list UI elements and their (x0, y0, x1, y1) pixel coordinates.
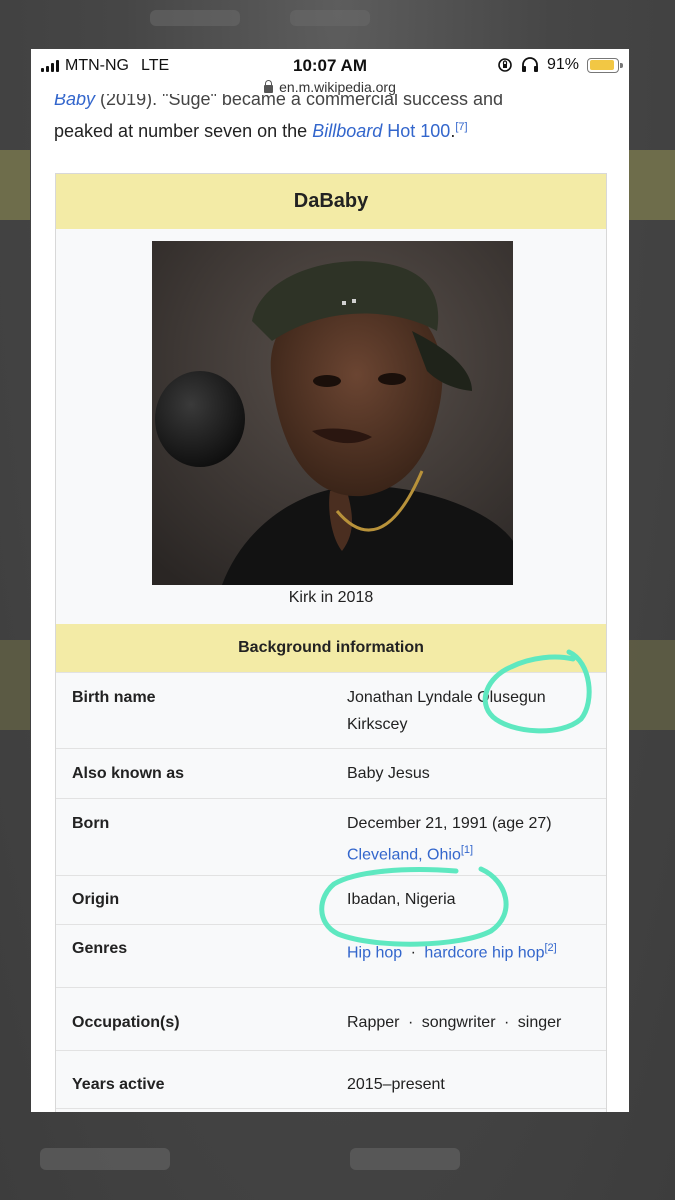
url-bar[interactable]: en.m.wikipedia.org (31, 79, 629, 95)
album-link[interactable]: Baby (54, 94, 95, 109)
separator: · (407, 1014, 414, 1031)
article-text: Baby (2019). "Suge" became a commercial … (54, 94, 614, 146)
row-next (56, 1108, 606, 1112)
photo-illustration (152, 241, 513, 585)
row-value: Rapper · songwriter · singer (347, 1009, 597, 1036)
battery-icon (587, 57, 623, 73)
artist-photo[interactable] (152, 241, 513, 585)
hot100-link-text[interactable]: Hot 100 (387, 121, 450, 141)
row-label: Genres (72, 940, 128, 957)
occupation-item: Rapper (347, 1014, 400, 1031)
url-text[interactable]: en.m.wikipedia.org (279, 79, 396, 95)
row-label: Also known as (72, 765, 185, 782)
article-line: peaked at number seven on the Billboard … (54, 121, 468, 141)
orientation-lock-icon (498, 58, 512, 72)
article-cut-text: (2019). "Suge" became a commercial succe… (100, 94, 504, 109)
row-aka: Also known as Baby Jesus (56, 748, 606, 798)
status-right: 91% (497, 56, 623, 74)
status-bar: MTN-NG LTE 10:07 AM 91% en.m.wikipedia.o… (31, 49, 629, 95)
lock-icon (264, 80, 274, 93)
phone-screen: MTN-NG LTE 10:07 AM 91% en.m.wikipedia.o… (31, 49, 629, 1112)
separator: · (503, 1014, 510, 1031)
row-value: Baby Jesus (347, 765, 430, 782)
highlight-circle (482, 649, 592, 734)
row-label: Birth name (72, 689, 156, 706)
article-cut-line: Baby (2019). "Suge" became a commercial … (54, 94, 614, 112)
occupation-item: songwriter (421, 1014, 496, 1031)
photo-caption: Kirk in 2018 (288, 589, 374, 606)
row-occupation: Occupation(s) Rapper · songwriter · sing… (56, 987, 606, 1050)
backdrop-tint (0, 640, 30, 730)
billboard-link[interactable]: Billboard Hot 100 (312, 121, 450, 141)
reference-link[interactable]: [1] (461, 844, 473, 856)
backdrop-blur-shape (290, 10, 370, 26)
backdrop-tint (628, 640, 675, 730)
backdrop-tint (628, 150, 675, 220)
backdrop-blur-shape (40, 1148, 170, 1170)
backdrop-blur-shape (150, 10, 240, 26)
row-label: Origin (72, 891, 120, 908)
highlight-circle (319, 866, 509, 947)
row-label: Born (72, 815, 110, 832)
headphones-icon (521, 57, 538, 72)
backdrop-blur-shape (350, 1148, 460, 1170)
infobox: DaBaby Kirk in 2018 Background informati… (55, 173, 607, 1112)
reference-link[interactable]: [7] (455, 121, 467, 133)
occupation-item: singer (517, 1014, 562, 1031)
row-years-active: Years active 2015–present (56, 1050, 606, 1108)
billboard-link-text[interactable]: Billboard (312, 121, 382, 141)
row-label: Years active (72, 1076, 165, 1093)
backdrop-tint (0, 150, 30, 220)
reference-link[interactable]: [2] (544, 942, 556, 954)
infobox-title: DaBaby (56, 174, 606, 229)
article-line-text: peaked at number seven on the (54, 121, 308, 141)
row-value: 2015–present (347, 1076, 445, 1093)
born-date: December 21, 1991 (age 27) (347, 815, 552, 832)
battery-percent: 91% (546, 56, 579, 73)
battery-fill (589, 60, 615, 70)
row-label: Occupation(s) (72, 1014, 180, 1031)
